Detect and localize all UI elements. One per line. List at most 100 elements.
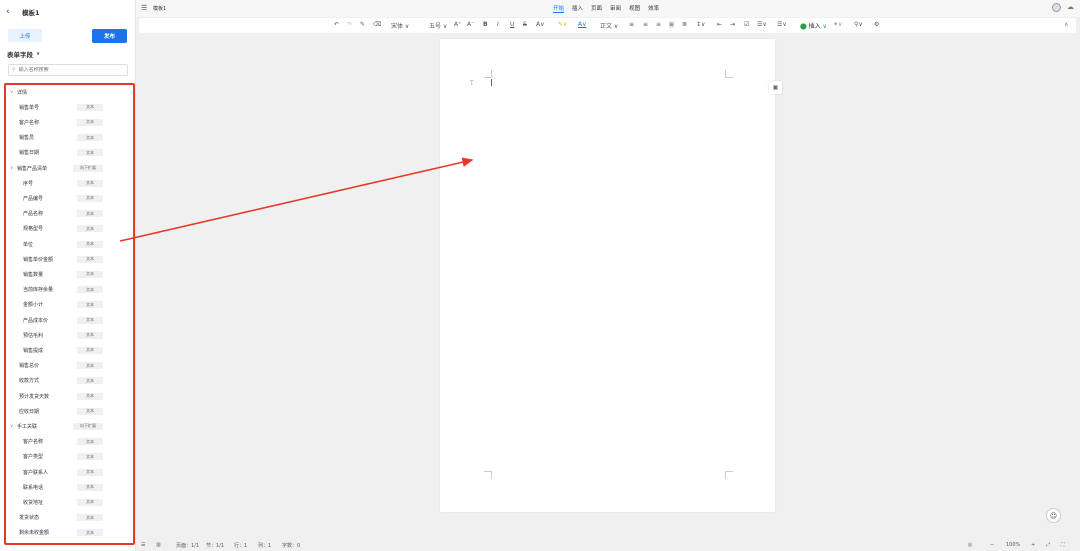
italic-icon[interactable]: I [497, 21, 499, 28]
field-item[interactable]: 剩余未收金额 文本 [6, 527, 133, 539]
page-view-icon[interactable]: ▥ [156, 542, 161, 548]
paragraph-style-select[interactable]: 正文 ∨ [600, 21, 618, 30]
section-indicator: 节：1/1 [206, 543, 225, 549]
field-item[interactable]: 金额小计 文本 [6, 299, 133, 311]
field-item[interactable]: 应收日期 文本 [6, 405, 133, 417]
margin-corner-tl [484, 70, 492, 78]
field-search[interactable]: ⚲ [8, 64, 128, 76]
field-item[interactable]: 序号 文本 [6, 177, 133, 189]
assistant-icon[interactable]: ☺ [1046, 508, 1061, 523]
field-type-badge: 文本 [77, 103, 103, 111]
field-type-badge: 文本 [77, 453, 103, 461]
publish-button[interactable]: 发布 [92, 29, 127, 43]
find-icon[interactable]: ⚲∨ [854, 21, 863, 28]
field-item[interactable]: 销售提成 文本 [6, 344, 133, 356]
search-input[interactable] [18, 67, 119, 73]
tab-1[interactable]: 插入 [572, 4, 583, 13]
align-left-icon[interactable]: ≡ [629, 21, 634, 28]
align-center-icon[interactable]: ≡ [643, 21, 648, 28]
underline-icon[interactable]: U [510, 21, 514, 28]
justify-icon[interactable]: ≡ [669, 21, 675, 28]
field-item[interactable]: 产品编号 文本 [6, 192, 133, 204]
menu-icon[interactable]: ☰ [141, 4, 147, 12]
insert-menu[interactable]: ⬤ 插入 ∨ [800, 21, 827, 30]
tab-2[interactable]: 页面 [591, 4, 602, 13]
field-item[interactable]: ∨ 手工关联 向下扩展 [6, 420, 133, 432]
settings-icon[interactable]: ⚙ [874, 21, 879, 28]
fit-width-icon[interactable]: ⤢ [1046, 542, 1050, 548]
bold-icon[interactable]: B [483, 21, 488, 28]
form-fields-dropdown[interactable]: 表单字段 ∨ [7, 49, 40, 59]
zoom-in-icon[interactable]: + [1031, 542, 1035, 548]
fullscreen-icon[interactable]: ⛶ [1061, 542, 1065, 548]
chevron-left-icon[interactable]: ‹ [6, 7, 18, 17]
font-family-select[interactable]: 宋体 ∨ [391, 21, 409, 30]
field-item[interactable]: 当前库存余量 文本 [6, 284, 133, 296]
field-item[interactable]: ∨ 详情 [6, 86, 133, 98]
line-spacing-icon[interactable]: ↕∨ [696, 21, 705, 28]
tab-5[interactable]: 效率 [648, 4, 659, 13]
chevron-down-icon[interactable]: ∨ [10, 424, 13, 429]
field-item[interactable]: 规格型号 文本 [6, 223, 133, 235]
field-item[interactable]: 销售总价 文本 [6, 360, 133, 372]
field-item[interactable]: 客户类型 文本 [6, 451, 133, 463]
font-color-icon[interactable]: A∨ [578, 21, 587, 28]
field-item[interactable]: 收货地址 文本 [6, 496, 133, 508]
highlight-icon[interactable]: ✎∨ [558, 21, 567, 28]
field-item[interactable]: 收款方式 文本 [6, 375, 133, 387]
chevron-down-icon[interactable]: ∨ [10, 166, 13, 171]
field-item[interactable]: 产品名称 文本 [6, 208, 133, 220]
increase-font-icon[interactable]: A⁺ [454, 21, 461, 28]
field-item[interactable]: 预计发货天数 文本 [6, 390, 133, 402]
chevron-down-icon[interactable]: ∨ [10, 90, 13, 95]
tab-3[interactable]: 审阅 [610, 4, 621, 13]
field-label: 销售单价金额 [23, 256, 54, 263]
field-item[interactable]: 客户联系人 文本 [6, 466, 133, 478]
field-item[interactable]: 销售员 文本 [6, 132, 133, 144]
wand-icon[interactable]: ✦∨ [833, 21, 842, 28]
numbered-list-icon[interactable]: ☰∨ [777, 21, 787, 28]
distribute-icon[interactable]: ≣ [682, 21, 687, 28]
field-item[interactable]: 销售单号 文本 [6, 101, 133, 113]
superscript-icon[interactable]: A∨ [536, 21, 545, 28]
format-painter-icon[interactable]: ✎ [360, 21, 365, 28]
field-item[interactable]: 产品成本价 文本 [6, 314, 133, 326]
field-item[interactable]: 预估毛利 文本 [6, 329, 133, 341]
field-item[interactable]: 客户名称 文本 [6, 436, 133, 448]
redo-icon[interactable]: ↷ [347, 21, 352, 28]
collapse-toolbar-icon[interactable]: ∧ [1064, 21, 1068, 28]
field-label: 金额小计 [23, 302, 44, 309]
align-right-icon[interactable]: ≡ [656, 21, 661, 28]
indent-increase-icon[interactable]: ⇥ [730, 21, 735, 28]
tab-0[interactable]: 开始 [553, 4, 565, 13]
comment-icon[interactable]: ▣ [769, 81, 782, 94]
checklist-icon[interactable]: ☑ [744, 21, 749, 28]
undo-icon[interactable]: ↶ [334, 21, 339, 28]
tab-4[interactable]: 视图 [629, 4, 640, 13]
font-size-select[interactable]: 五号 ∨ [429, 21, 447, 30]
field-item[interactable]: 发货状态 文本 [6, 512, 133, 524]
globe-icon[interactable]: ◎ [968, 542, 972, 548]
field-item[interactable]: ∨ 销售产品清单 向下扩展 [6, 162, 133, 174]
field-label: 客户名称 [19, 119, 40, 126]
cloud-icon[interactable]: ☁ [1067, 3, 1074, 12]
field-item[interactable]: 单位 文本 [6, 238, 133, 250]
text-cursor [491, 79, 492, 86]
field-item[interactable]: 销售数量 文本 [6, 268, 133, 280]
field-label: 联系电话 [23, 484, 44, 491]
strikethrough-icon[interactable]: S [523, 21, 527, 28]
upload-button[interactable]: 上传 [8, 29, 42, 42]
decrease-font-icon[interactable]: A⁻ [467, 21, 474, 28]
field-item[interactable]: 客户名称 文本 [6, 116, 133, 128]
indent-decrease-icon[interactable]: ⇤ [717, 21, 722, 28]
zoom-out-icon[interactable]: − [990, 542, 994, 548]
field-item[interactable]: 销售日期 文本 [6, 147, 133, 159]
zoom-level[interactable]: 100% [1006, 542, 1020, 548]
field-item[interactable]: 销售单价金额 文本 [6, 253, 133, 265]
avatar[interactable] [1052, 3, 1061, 12]
field-item[interactable]: 联系电话 文本 [6, 481, 133, 493]
document-page[interactable]: T [440, 39, 775, 512]
outline-icon[interactable]: ☰ [141, 542, 145, 548]
clear-format-icon[interactable]: ⌫ [373, 21, 381, 28]
bullet-list-icon[interactable]: ☰∨ [757, 21, 767, 28]
